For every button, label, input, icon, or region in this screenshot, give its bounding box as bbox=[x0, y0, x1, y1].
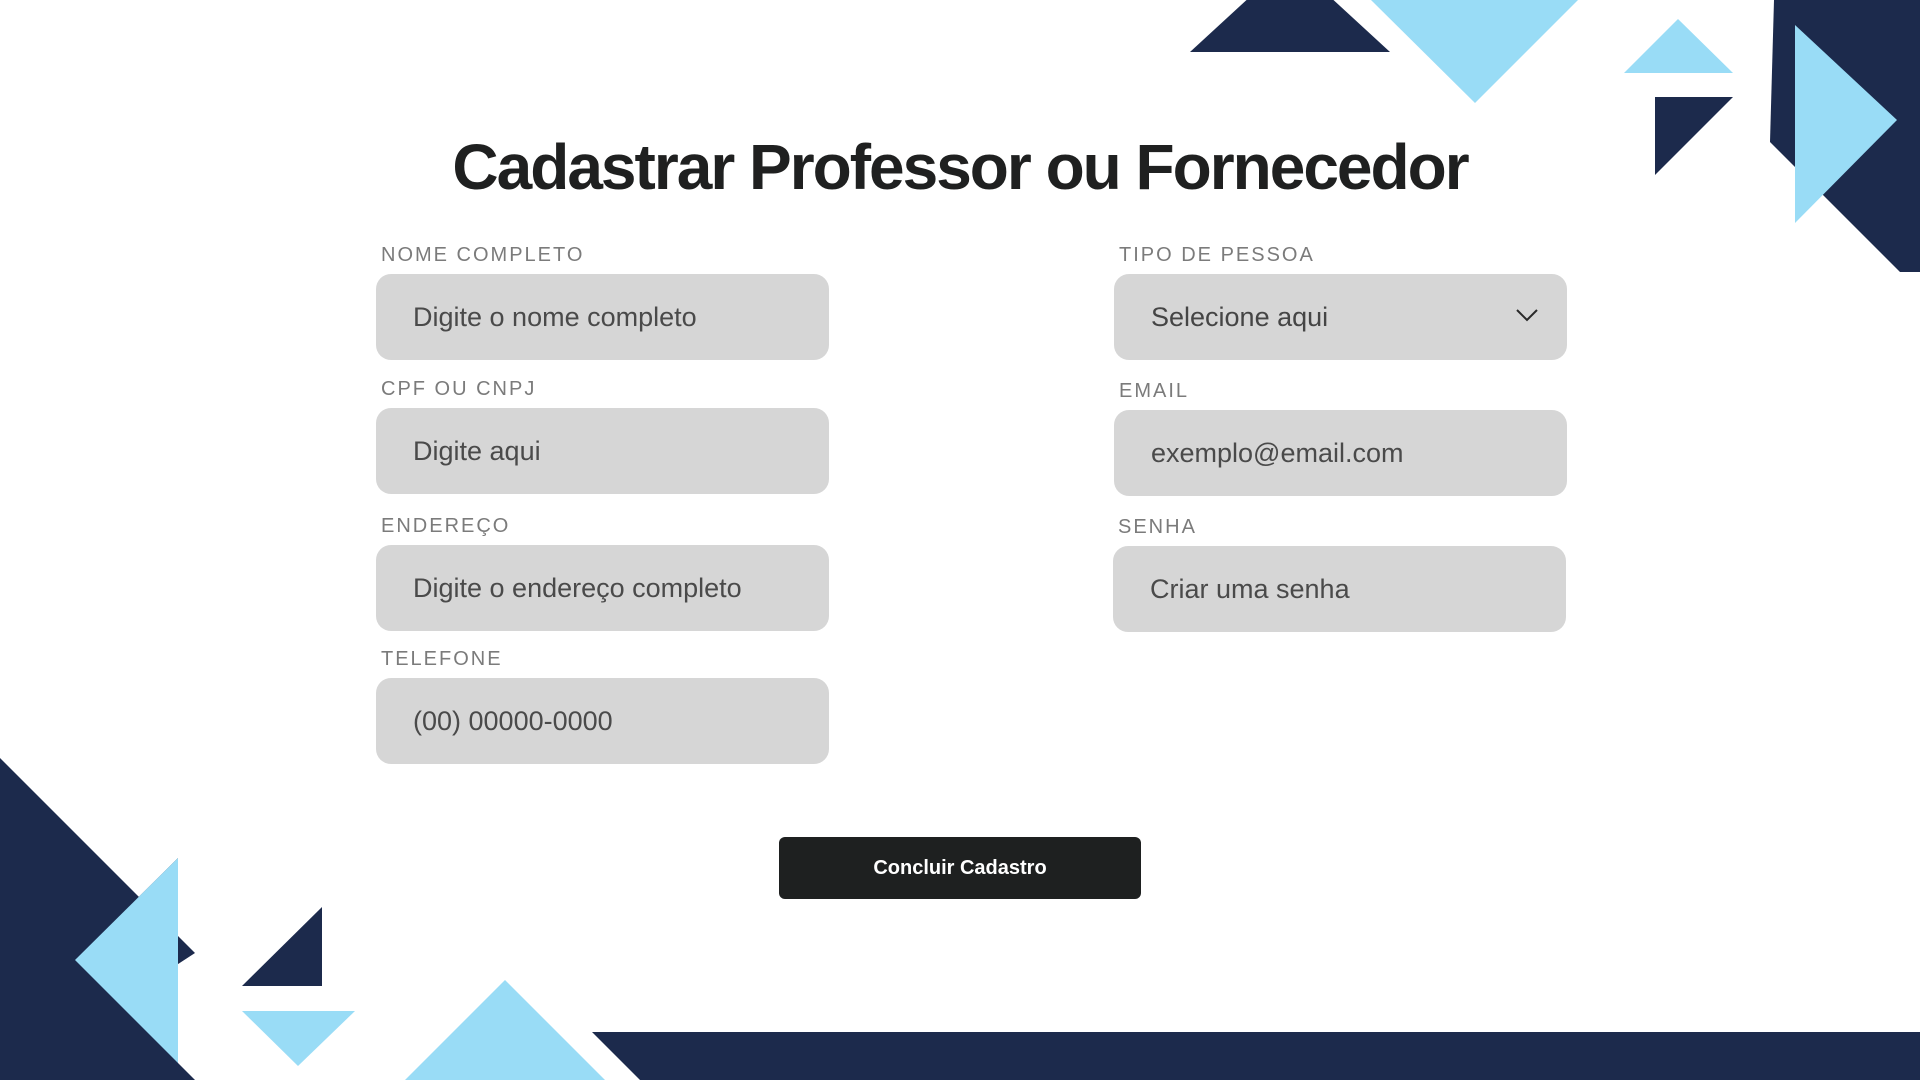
telefone-input[interactable] bbox=[376, 678, 829, 764]
concluir-cadastro-button[interactable]: Concluir Cadastro bbox=[779, 837, 1141, 899]
tipo-pessoa-label: TIPO DE PESSOA bbox=[1119, 244, 1315, 266]
tipo-pessoa-select[interactable]: Selecione aqui bbox=[1114, 274, 1567, 360]
email-field-group: EMAIL bbox=[1114, 380, 1567, 496]
endereco-field-group: ENDEREÇO bbox=[376, 515, 829, 631]
senha-field-group: SENHA bbox=[1113, 516, 1566, 632]
telefone-label: TELEFONE bbox=[381, 648, 503, 670]
tipo-pessoa-value: Selecione aqui bbox=[1151, 301, 1329, 332]
deco-triangle bbox=[405, 980, 605, 1080]
telefone-field-group: TELEFONE bbox=[376, 648, 829, 764]
senha-label: SENHA bbox=[1118, 516, 1197, 538]
deco-triangle bbox=[242, 1011, 355, 1066]
nome-label: NOME COMPLETO bbox=[381, 244, 585, 266]
nome-input[interactable] bbox=[376, 274, 829, 360]
email-input[interactable] bbox=[1114, 410, 1567, 496]
deco-triangle bbox=[242, 907, 322, 986]
cpf-field-group: CPF OU CNPJ bbox=[376, 378, 829, 494]
deco-triangle bbox=[1371, 0, 1578, 103]
deco-triangle bbox=[75, 858, 178, 1063]
chevron-down-icon bbox=[1516, 309, 1538, 322]
cpf-cnpj-input[interactable] bbox=[376, 408, 829, 494]
endereco-label: ENDEREÇO bbox=[381, 515, 511, 537]
deco-triangle bbox=[0, 758, 195, 1080]
nome-field-group: NOME COMPLETO bbox=[376, 244, 829, 360]
senha-input[interactable] bbox=[1113, 546, 1566, 632]
tipo-field-group: TIPO DE PESSOA Selecione aqui bbox=[1114, 244, 1567, 360]
deco-band bbox=[592, 1032, 1920, 1080]
deco-triangle bbox=[1624, 19, 1733, 73]
email-label: EMAIL bbox=[1119, 380, 1190, 402]
page-title: Cadastrar Professor ou Fornecedor bbox=[452, 131, 1469, 203]
cpf-label: CPF OU CNPJ bbox=[381, 378, 537, 400]
deco-triangle bbox=[0, 858, 195, 1080]
endereco-input[interactable] bbox=[376, 545, 829, 631]
deco-triangle bbox=[1190, 0, 1390, 52]
